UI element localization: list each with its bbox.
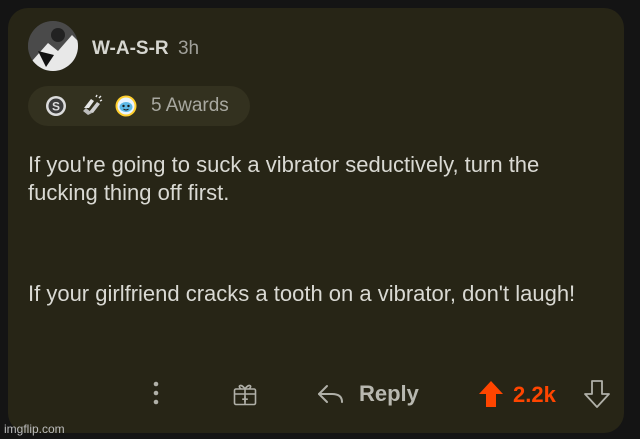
awards-count: 5 Awards — [151, 95, 229, 116]
comment-paragraph: If your girlfriend cracks a tooth on a v… — [28, 281, 576, 306]
watermark: imgflip.com — [4, 422, 65, 436]
svg-text:S: S — [52, 100, 60, 114]
comment-header: W-A-S-R 3h — [92, 38, 199, 60]
wholesome-award-icon — [114, 94, 138, 118]
comment-age: 3h — [177, 38, 200, 59]
reply-label: Reply — [359, 381, 419, 406]
upvote-icon[interactable] — [478, 380, 504, 413]
gift-award-icon[interactable] — [232, 381, 258, 412]
more-options-icon[interactable] — [148, 379, 164, 412]
comment-paragraph: If you're going to suck a vibrator seduc… — [28, 152, 540, 205]
clapping-hands-award-icon — [80, 94, 104, 118]
vote-score: 2.2k — [513, 382, 556, 407]
awards-bar[interactable]: S 5 Awards — [28, 86, 250, 126]
avatar[interactable] — [28, 21, 78, 71]
downvote-icon[interactable] — [584, 380, 610, 413]
reply-arrow-icon — [316, 383, 346, 410]
comment-card: W-A-S-R 3h S 5 Awards If you're going to… — [8, 8, 624, 433]
author-name[interactable]: W-A-S-R — [92, 38, 169, 59]
silver-award-icon: S — [44, 94, 68, 118]
